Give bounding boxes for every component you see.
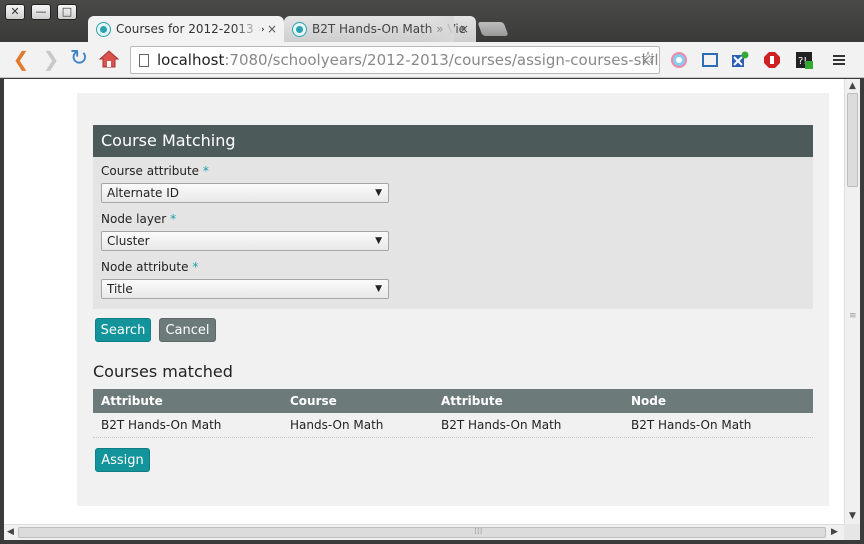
reload-icon[interactable]: ↻ [68,48,90,70]
column-header-node: Node [631,394,667,408]
bookmark-star-icon[interactable]: ☆ [640,48,656,69]
scrollbar-corner [844,524,860,540]
courses-matched-heading: Courses matched [93,362,233,381]
content-panel: Course Matching Course attribute * Alter… [77,93,829,506]
pin-extension-icon[interactable] [731,51,749,69]
dropdown-arrow-icon: ▼ [375,236,382,246]
title-bar: ✕ — □ Courses for 2012-2013 » × B2T Hand… [0,0,864,43]
node-attribute-select[interactable]: Title ▼ [101,279,389,299]
tab-b2t-hands-on-math[interactable]: B2T Hands-On Math » Vie × [284,16,476,43]
minimize-window-button[interactable]: — [31,4,51,20]
vertical-scroll-thumb[interactable] [847,93,858,187]
column-header-attribute-2: Attribute [441,394,503,408]
column-header-attribute: Attribute [101,394,163,408]
form-legend: Course Matching [93,125,813,157]
horizontal-scroll-thumb[interactable] [18,527,826,538]
course-matching-form: Course Matching Course attribute * Alter… [93,125,813,309]
search-button[interactable]: Search [95,318,151,342]
page-viewport: Course Matching Course attribute * Alter… [4,79,844,524]
required-marker: * [170,212,177,226]
menu-icon[interactable] [830,51,848,69]
home-icon[interactable] [98,48,120,70]
dropdown-arrow-icon: ▼ [375,188,382,198]
screen-capture-extension-icon[interactable] [701,51,719,69]
color-picker-extension-icon[interactable] [670,51,688,69]
table-row: B2T Hands-On Math Hands-On Math B2T Hand… [93,413,813,438]
scroll-grip-icon: ≡ [849,311,857,321]
tab-close-icon[interactable]: × [267,16,277,43]
back-icon[interactable]: ❮ [10,48,32,70]
tab-courses[interactable]: Courses for 2012-2013 » × [88,16,284,43]
scroll-left-icon[interactable]: ◀ [7,527,14,537]
course-attribute-label: Course attribute * [101,164,209,178]
node-attribute-label: Node attribute * [101,260,199,274]
schooltool-icon [293,23,306,36]
required-marker: * [192,260,199,274]
column-header-course: Course [290,394,337,408]
scroll-down-icon[interactable]: ▼ [849,511,856,521]
required-marker: * [202,164,209,178]
assign-button[interactable]: Assign [95,448,150,472]
new-tab-button[interactable] [477,22,509,36]
node-layer-label: Node layer * [101,212,177,226]
browser-toolbar: ❮ ❯ ↻ localhost:7080/schoolyears/2012-20… [0,42,864,78]
vertical-scrollbar[interactable]: ▲ ≡ ▼ [844,79,860,524]
help-extension-icon[interactable]: ?! [795,51,813,69]
url-host: localhost [157,51,225,69]
tab-close-icon[interactable]: × [459,16,469,43]
scroll-right-icon[interactable]: ▶ [831,527,838,537]
table-header: Attribute Course Attribute Node [93,389,813,413]
cancel-button[interactable]: Cancel [159,318,216,342]
url-path: :7080/schoolyears/2012-2013/courses/assi… [224,51,659,69]
cell-attribute-2: B2T Hands-On Math [441,418,562,432]
cell-node: B2T Hands-On Math [631,418,752,432]
dropdown-arrow-icon: ▼ [375,284,382,294]
scroll-up-icon[interactable]: ▲ [849,81,856,91]
close-window-button[interactable]: ✕ [5,4,25,20]
forward-icon[interactable]: ❯ [40,48,62,70]
maximize-window-button[interactable]: □ [57,4,77,20]
address-bar[interactable]: localhost:7080/schoolyears/2012-2013/cou… [130,46,660,74]
scroll-grip-icon: ⁞⁞⁞ [474,527,483,537]
node-layer-select[interactable]: Cluster ▼ [101,231,389,251]
cell-attribute: B2T Hands-On Math [101,418,222,432]
page-icon [139,54,149,67]
course-attribute-select[interactable]: Alternate ID ▼ [101,183,389,203]
cell-course: Hands-On Math [290,418,384,432]
horizontal-scrollbar[interactable]: ◀ ⁞⁞⁞ ▶ [4,524,844,540]
adblock-extension-icon[interactable] [763,51,781,69]
schooltool-icon [97,23,110,36]
courses-matched-table: Attribute Course Attribute Node B2T Hand… [93,389,813,438]
